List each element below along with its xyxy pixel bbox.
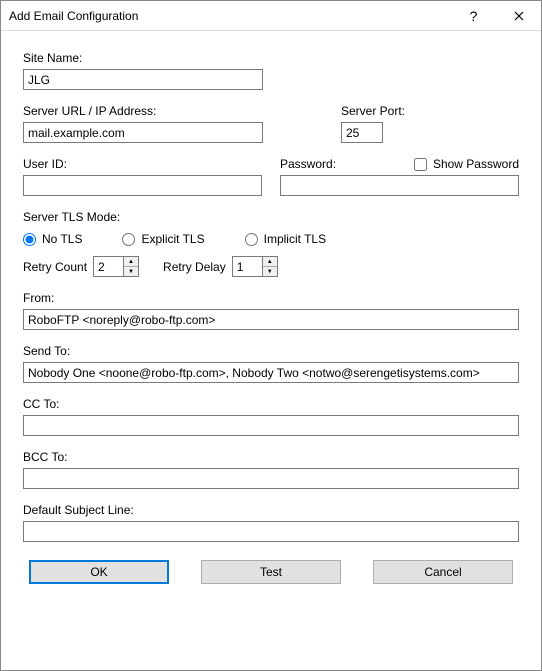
test-button[interactable]: Test bbox=[201, 560, 341, 584]
ok-button[interactable]: OK bbox=[29, 560, 169, 584]
explicit-tls-radio[interactable] bbox=[122, 233, 135, 246]
site-name-label: Site Name: bbox=[23, 51, 263, 65]
implicit-tls-radio[interactable] bbox=[245, 233, 258, 246]
bcc-to-label: BCC To: bbox=[23, 450, 519, 464]
retry-delay-input[interactable] bbox=[232, 256, 262, 277]
retry-delay-down[interactable]: ▼ bbox=[263, 267, 277, 276]
from-input[interactable] bbox=[23, 309, 519, 330]
retry-count-input[interactable] bbox=[93, 256, 123, 277]
retry-delay-spinner[interactable]: ▲ ▼ bbox=[232, 256, 278, 277]
retry-count-label: Retry Count bbox=[23, 260, 87, 274]
from-label: From: bbox=[23, 291, 519, 305]
retry-count-spinner[interactable]: ▲ ▼ bbox=[93, 256, 139, 277]
default-subject-input[interactable] bbox=[23, 521, 519, 542]
no-tls-radio[interactable] bbox=[23, 233, 36, 246]
titlebar: Add Email Configuration ? bbox=[1, 1, 541, 31]
user-id-input[interactable] bbox=[23, 175, 262, 196]
cancel-button[interactable]: Cancel bbox=[373, 560, 513, 584]
retry-count-up[interactable]: ▲ bbox=[124, 257, 138, 267]
default-subject-label: Default Subject Line: bbox=[23, 503, 519, 517]
close-icon bbox=[514, 11, 524, 21]
dialog-content: Site Name: Server URL / IP Address: Serv… bbox=[1, 31, 541, 600]
retry-count-down[interactable]: ▼ bbox=[124, 267, 138, 276]
cc-to-input[interactable] bbox=[23, 415, 519, 436]
dialog-window: Add Email Configuration ? Site Name: Ser… bbox=[0, 0, 542, 671]
window-title: Add Email Configuration bbox=[9, 9, 451, 23]
server-port-label: Server Port: bbox=[341, 104, 405, 118]
show-password-checkbox[interactable] bbox=[414, 158, 427, 171]
no-tls-label: No TLS bbox=[42, 232, 82, 246]
server-url-input[interactable] bbox=[23, 122, 263, 143]
implicit-tls-label: Implicit TLS bbox=[264, 232, 326, 246]
retry-delay-label: Retry Delay bbox=[163, 260, 226, 274]
explicit-tls-label: Explicit TLS bbox=[141, 232, 204, 246]
password-input[interactable] bbox=[280, 175, 519, 196]
show-password-label: Show Password bbox=[433, 157, 519, 171]
close-button[interactable] bbox=[496, 1, 541, 31]
send-to-input[interactable] bbox=[23, 362, 519, 383]
server-url-label: Server URL / IP Address: bbox=[23, 104, 263, 118]
tls-mode-label: Server TLS Mode: bbox=[23, 210, 519, 224]
site-name-input[interactable] bbox=[23, 69, 263, 90]
retry-delay-up[interactable]: ▲ bbox=[263, 257, 277, 267]
password-label: Password: bbox=[280, 157, 336, 171]
send-to-label: Send To: bbox=[23, 344, 519, 358]
server-port-input[interactable] bbox=[341, 122, 383, 143]
cc-to-label: CC To: bbox=[23, 397, 519, 411]
bcc-to-input[interactable] bbox=[23, 468, 519, 489]
help-button[interactable]: ? bbox=[451, 1, 496, 31]
user-id-label: User ID: bbox=[23, 157, 262, 171]
